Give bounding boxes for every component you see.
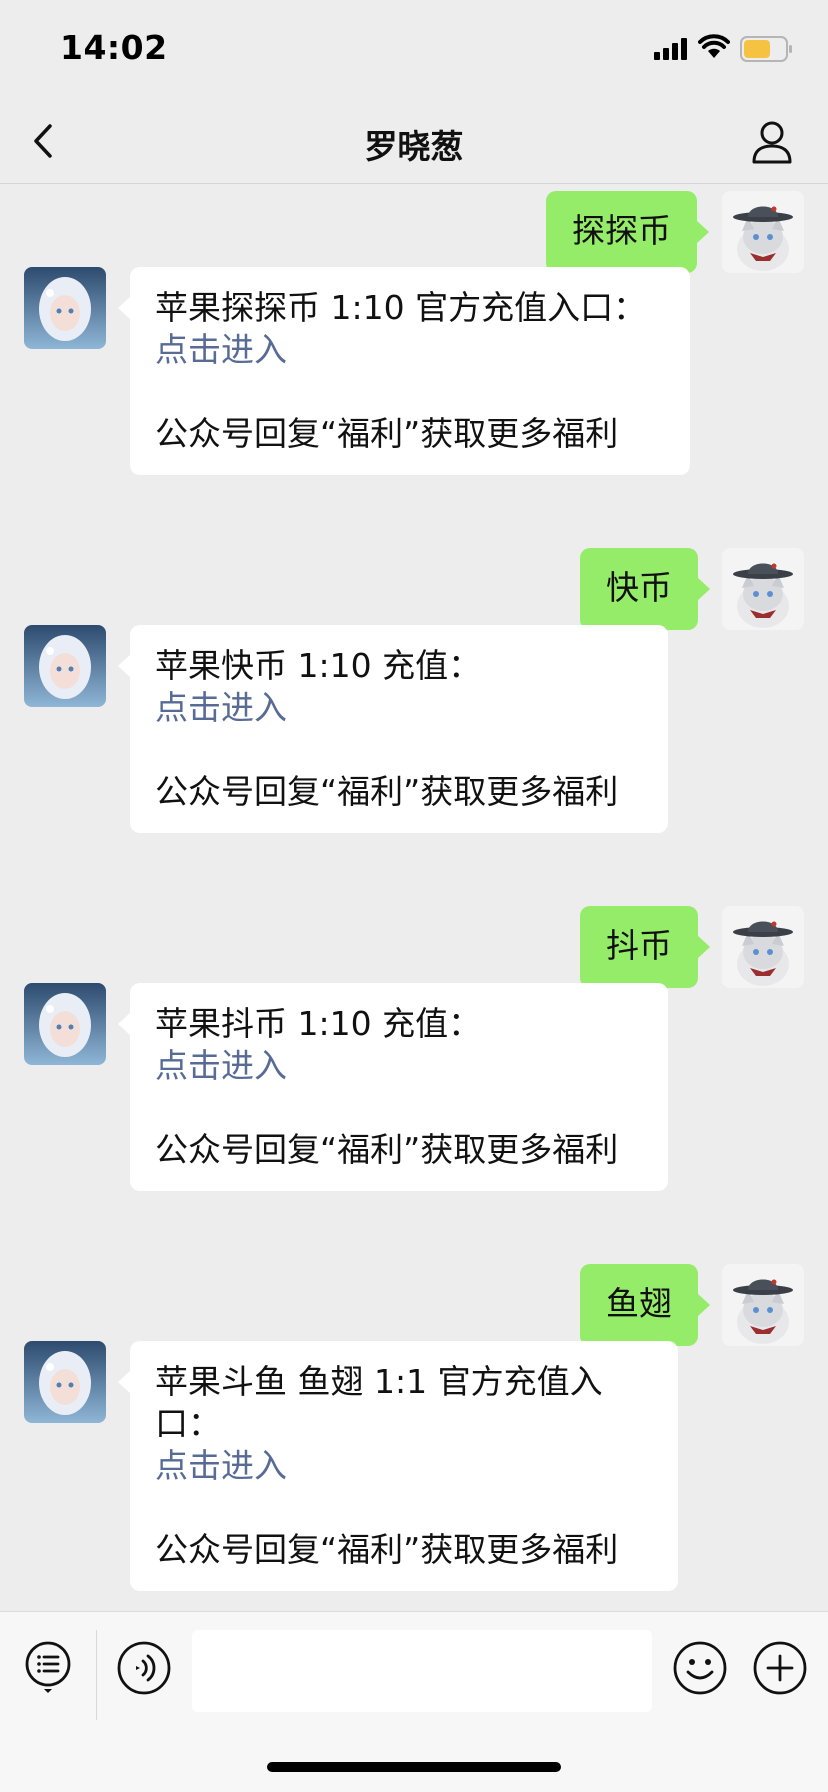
message-text: 抖币 bbox=[606, 926, 672, 965]
chat-area[interactable]: 探探币 苹果探探币 1:10 官方充值入口：点击进入 公众号回复“福利”获取更多… bbox=[0, 185, 828, 1610]
incoming-message[interactable]: 苹果斗鱼 鱼翅 1:1 官方充值入口： 点击进入 公众号回复“福利”获取更多福利 bbox=[118, 1341, 678, 1591]
plus-icon bbox=[753, 1641, 807, 1695]
enter-link[interactable]: 点击进入 bbox=[155, 1445, 652, 1487]
contact-avatar[interactable] bbox=[24, 267, 106, 349]
incoming-message[interactable]: 苹果快币 1:10 充值： 点击进入 公众号回复“福利”获取更多福利 bbox=[118, 625, 668, 833]
enter-link[interactable]: 点击进入 bbox=[155, 687, 642, 729]
girl-avatar-image bbox=[24, 267, 106, 349]
cat-avatar-image bbox=[722, 1264, 804, 1346]
enter-link[interactable]: 点击进入 bbox=[155, 330, 287, 369]
contact-avatar[interactable] bbox=[24, 983, 106, 1065]
contact-avatar[interactable] bbox=[24, 1341, 106, 1423]
emoji-button[interactable] bbox=[672, 1640, 728, 1700]
status-time: 14:02 bbox=[60, 28, 168, 67]
message-footer: 公众号回复“福利”获取更多福利 bbox=[155, 1530, 619, 1569]
girl-avatar-image bbox=[24, 983, 106, 1065]
battery-icon bbox=[740, 36, 794, 66]
message-text: 苹果斗鱼 鱼翅 1:1 官方充值入口： bbox=[155, 1362, 603, 1443]
contact-avatar[interactable] bbox=[24, 625, 106, 707]
girl-avatar-image bbox=[24, 1341, 106, 1423]
enter-link[interactable]: 点击进入 bbox=[155, 1045, 642, 1087]
outgoing-message[interactable]: 鱼翅 bbox=[580, 1264, 710, 1346]
menu-button[interactable] bbox=[24, 1640, 72, 1698]
signal-icon bbox=[654, 38, 688, 64]
nav-bar: 罗晓葱 bbox=[0, 100, 828, 184]
message-text: 快币 bbox=[606, 568, 672, 607]
voice-button[interactable] bbox=[116, 1640, 172, 1700]
message-text: 鱼翅 bbox=[606, 1284, 672, 1323]
cat-avatar-image bbox=[722, 906, 804, 988]
message-footer: 公众号回复“福利”获取更多福利 bbox=[155, 1130, 619, 1169]
message-text: 探探币 bbox=[572, 211, 671, 250]
outgoing-message[interactable]: 抖币 bbox=[580, 906, 710, 988]
voice-icon bbox=[117, 1641, 171, 1695]
outgoing-message[interactable]: 探探币 bbox=[546, 191, 709, 273]
status-bar: 14:02 bbox=[0, 0, 828, 100]
cat-avatar-image bbox=[722, 191, 804, 273]
incoming-message[interactable]: 苹果抖币 1:10 充值： 点击进入 公众号回复“福利”获取更多福利 bbox=[118, 983, 668, 1191]
profile-button[interactable] bbox=[748, 118, 796, 166]
person-icon bbox=[752, 121, 792, 164]
cat-avatar-image bbox=[722, 548, 804, 630]
self-avatar[interactable] bbox=[722, 906, 804, 988]
list-icon bbox=[25, 1641, 71, 1693]
wifi-icon bbox=[698, 34, 730, 64]
girl-avatar-image bbox=[24, 625, 106, 707]
chat-title: 罗晓葱 bbox=[364, 127, 464, 166]
emoji-icon bbox=[673, 1641, 727, 1695]
plus-button[interactable] bbox=[752, 1640, 808, 1700]
divider bbox=[96, 1630, 97, 1720]
message-input[interactable] bbox=[192, 1630, 652, 1712]
message-text: 苹果抖币 1:10 充值： bbox=[155, 1004, 482, 1043]
self-avatar[interactable] bbox=[722, 1264, 804, 1346]
message-text: 苹果探探币 1:10 官方充值入口： bbox=[155, 288, 647, 327]
incoming-message[interactable]: 苹果探探币 1:10 官方充值入口：点击进入 公众号回复“福利”获取更多福利 bbox=[118, 267, 690, 475]
self-avatar[interactable] bbox=[722, 548, 804, 630]
message-text: 苹果快币 1:10 充值： bbox=[155, 646, 482, 685]
self-avatar[interactable] bbox=[722, 191, 804, 273]
outgoing-message[interactable]: 快币 bbox=[580, 548, 710, 630]
message-footer: 公众号回复“福利”获取更多福利 bbox=[155, 414, 619, 453]
home-indicator[interactable] bbox=[267, 1762, 561, 1772]
message-footer: 公众号回复“福利”获取更多福利 bbox=[155, 772, 619, 811]
